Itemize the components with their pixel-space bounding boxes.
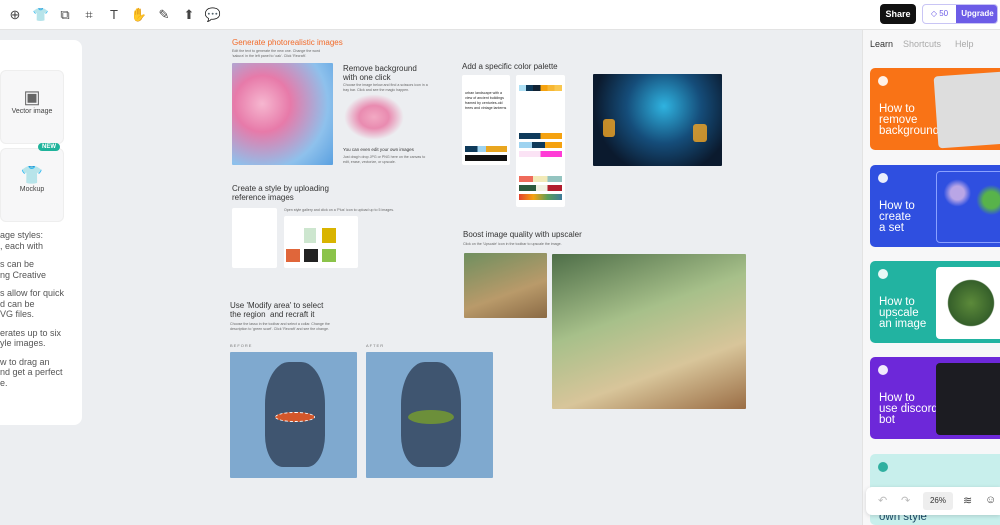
palette-title: Add a specific color palette [462, 62, 558, 71]
modify-title: Use 'Modify area' to select the region a… [230, 301, 324, 319]
photo-title: Generate photorealistic images [232, 38, 343, 47]
credits-count: ◇ 50 [930, 9, 949, 18]
tip-text: s allow for quick d can be VG files. [0, 288, 65, 319]
tab-help[interactable]: Help [955, 39, 974, 49]
palette-list-panel [516, 75, 565, 207]
tip-text: w to drag an nd get a perfect e. [0, 356, 63, 388]
share-button[interactable]: Share [880, 4, 916, 24]
learn-card-create-set[interactable]: How to create a set [870, 165, 1000, 247]
flowers-cutout-image[interactable] [344, 94, 404, 140]
left-panel-text: age styles: , each with s can be ng Crea… [0, 230, 80, 396]
learn-card-title: How to create a set [879, 200, 915, 234]
recraft-logo-icon [878, 269, 888, 279]
fantasy-town-image[interactable] [593, 74, 722, 166]
mockup-icon[interactable]: 👕 [32, 6, 50, 24]
remove-bg-title: Remove background with one click [343, 64, 417, 82]
dog-before-image[interactable] [230, 352, 357, 478]
recraft-logo-icon [878, 462, 888, 472]
feedback-icon[interactable]: ☺ [985, 494, 996, 506]
vector-image-icon: ▣ [23, 87, 41, 107]
edit-own-title: You can even edit your own images [343, 147, 414, 152]
text-icon[interactable]: T [105, 6, 123, 24]
upgrade-button[interactable]: Upgrade [956, 5, 997, 23]
plants-thumbnail [936, 171, 1000, 243]
tab-shortcuts[interactable]: Shortcuts [903, 39, 941, 49]
learn-card-remove-background[interactable]: How to remove background [870, 68, 1000, 150]
learn-card-title: How to remove background [879, 103, 940, 137]
upscaler-desc: Click on the 'Upscale' icon in the toolb… [463, 242, 562, 246]
vector-image-card[interactable]: ▣ Vector image [0, 70, 64, 144]
upload-image-icon[interactable]: ⬆ [180, 6, 198, 24]
room-upscaled-image[interactable] [552, 254, 746, 409]
parrot-thumbnail [936, 267, 1000, 339]
discord-screenshot-thumbnail [936, 363, 1000, 435]
dog-thumbnail [933, 71, 1000, 149]
modify-desc: Choose the lasso in the toolbar and sele… [230, 322, 330, 331]
remove-bg-desc: Choose the image below and find a scisso… [343, 83, 428, 92]
new-badge: NEW [38, 143, 60, 151]
style-gallery-screenshot [284, 216, 358, 268]
recraft-logo-icon [878, 173, 888, 183]
before-label: BEFORE [230, 343, 253, 348]
recraft-logo-icon [878, 76, 888, 86]
tip-text: erates up to six yle images. [0, 327, 62, 349]
learn-card-title: How to upscale an image [879, 296, 927, 330]
credits-upgrade[interactable]: ◇ 50 Upgrade [922, 4, 998, 24]
tip-text: s can be ng Creative [0, 259, 47, 280]
card-label: Vector image [11, 108, 53, 115]
hand-icon[interactable]: ✋ [130, 6, 148, 24]
card-label: Mockup [19, 186, 45, 193]
top-toolbar: ⊕ 👕 ⧉ ⌗ T ✋ ✎ ⬆ 💬 Share ◇ 50 Upgrade [0, 0, 1000, 30]
room-small-image[interactable] [464, 253, 547, 318]
style-title: Create a style by uploading reference im… [232, 184, 329, 202]
mockup-card[interactable]: NEW 👕 Mockup [0, 143, 64, 222]
photo-desc: Edit the text to generate the new one. C… [232, 49, 321, 58]
credits-value: 50 [939, 9, 949, 18]
comment-icon[interactable]: 💬 [204, 6, 222, 24]
bottom-bar: ↶ ↷ 26% ≋ ☺ [866, 487, 1000, 515]
tshirt-icon: 👕 [20, 165, 44, 185]
learn-card-upscale[interactable]: How to upscale an image [870, 261, 1000, 343]
recraft-logo-icon [878, 365, 888, 375]
palette-prompt-panel: urban landscape with a view of ancient b… [462, 75, 510, 165]
style-desc: Open style gallery and click on a 'Plus'… [284, 208, 395, 212]
frame-icon[interactable]: ⌗ [80, 6, 98, 24]
cherry-blossom-image[interactable] [232, 63, 333, 165]
edit-own-desc: Just drag'n drop JPG or PNG here on the … [343, 155, 426, 164]
palette-prompt: urban landscape with a view of ancient b… [465, 91, 507, 110]
tip-text: age styles: , each with [0, 230, 44, 251]
ai-image-icon[interactable]: ⊕ [6, 6, 24, 24]
learn-card-discord[interactable]: How to use discord bot [870, 357, 1000, 439]
style-panel-screenshot [232, 208, 277, 268]
brush-icon[interactable]: ✎ [155, 6, 173, 24]
shapes-icon[interactable]: ⧉ [56, 6, 74, 24]
dog-after-image[interactable] [366, 352, 493, 478]
undo-icon[interactable]: ↶ [878, 494, 887, 507]
layers-icon[interactable]: ≋ [963, 494, 972, 507]
zoom-level[interactable]: 26% [923, 492, 953, 510]
tab-learn[interactable]: Learn [870, 39, 893, 49]
after-label: AFTER [366, 343, 385, 348]
redo-icon[interactable]: ↷ [901, 494, 910, 507]
learn-card-title: How to use discord bot [879, 392, 938, 426]
upscaler-title: Boost image quality with upscaler [463, 230, 582, 239]
